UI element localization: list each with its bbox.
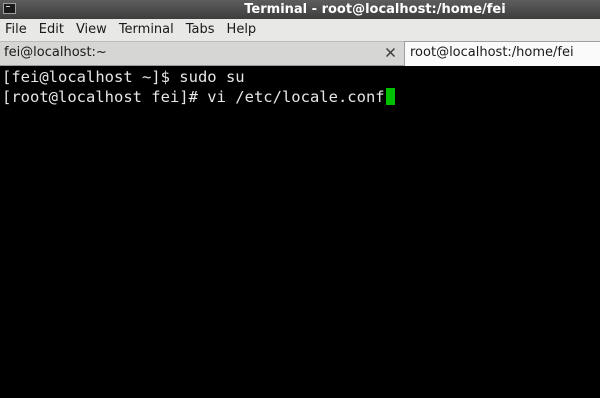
terminal-line: [root@localhost fei]# vi /etc/locale.con… <box>2 87 598 107</box>
close-icon[interactable] <box>385 47 396 58</box>
menu-edit[interactable]: Edit <box>33 19 70 41</box>
tab-bar: fei@localhost:~ root@localhost:/home/fei <box>0 41 600 66</box>
terminal-line: [fei@localhost ~]$ sudo su <box>2 68 245 86</box>
menu-tabs[interactable]: Tabs <box>180 19 221 41</box>
terminal-area[interactable]: [fei@localhost ~]$ sudo su [root@localho… <box>0 66 600 398</box>
window-titlebar[interactable]: Terminal - root@localhost:/home/fei <box>0 0 600 19</box>
menu-bar: File Edit View Terminal Tabs Help <box>0 19 600 41</box>
menu-terminal[interactable]: Terminal <box>113 19 180 41</box>
window-title: Terminal - root@localhost:/home/fei <box>244 2 506 17</box>
menu-file[interactable]: File <box>0 19 33 41</box>
tab-label: fei@localhost:~ <box>4 45 107 60</box>
menu-view[interactable]: View <box>70 19 113 41</box>
menu-help[interactable]: Help <box>221 19 263 41</box>
tab-root-home-fei[interactable]: root@localhost:/home/fei <box>404 41 600 66</box>
tab-label: root@localhost:/home/fei <box>410 45 574 60</box>
tab-fei-home[interactable]: fei@localhost:~ <box>0 42 403 66</box>
terminal-cursor <box>385 88 395 105</box>
